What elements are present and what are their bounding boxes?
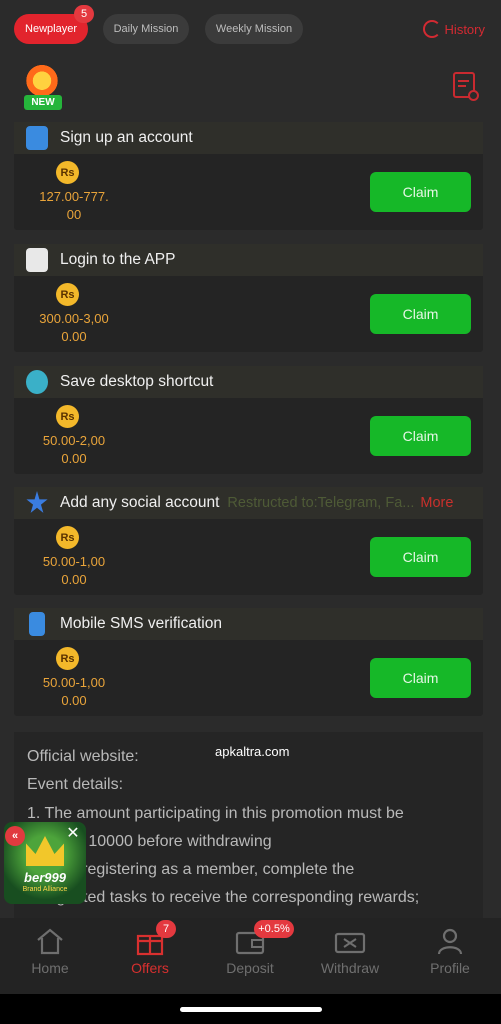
nav-label: Deposit bbox=[226, 960, 274, 976]
records-icon[interactable] bbox=[453, 72, 479, 101]
reward-line: 0.00 bbox=[61, 451, 87, 466]
task-title: Login to the APP bbox=[60, 251, 176, 268]
account-icon bbox=[26, 126, 48, 150]
task-header: Save desktop shortcut bbox=[14, 366, 483, 398]
profile-icon bbox=[434, 926, 466, 956]
task-restriction-note: Restructed to:Telegram, Fa... bbox=[227, 495, 415, 511]
gift-icon: 7 bbox=[134, 920, 176, 956]
nav-label: Offers bbox=[131, 960, 169, 976]
reward-line: 50.00-2,00 bbox=[42, 433, 106, 448]
bottom-nav: Home 7 Offers +0.5% Deposit Withdraw Pro… bbox=[0, 918, 501, 994]
reward-line: 50.00-1,00 bbox=[42, 675, 106, 690]
history-icon bbox=[422, 20, 441, 38]
close-icon[interactable]: ✕ bbox=[64, 824, 82, 842]
crown-icon bbox=[26, 836, 64, 866]
nav-profile[interactable]: Profile bbox=[400, 918, 500, 994]
more-link[interactable]: More bbox=[420, 495, 453, 511]
task-body: Rs 300.00-3,00 0.00 Claim bbox=[14, 276, 483, 352]
reward-range: 50.00-1,00 0.00 bbox=[24, 674, 124, 710]
reward-range: 300.00-3,00 0.00 bbox=[24, 310, 124, 346]
nav-label: Profile bbox=[430, 960, 470, 976]
task-card: Sign up an account Rs 127.00-777. 00 Cla… bbox=[14, 122, 483, 230]
home-indicator[interactable] bbox=[180, 1007, 322, 1012]
nav-withdraw[interactable]: Withdraw bbox=[300, 918, 400, 994]
reward-line: 0.00 bbox=[61, 329, 87, 344]
rupee-coin-icon: Rs bbox=[56, 283, 79, 306]
new-player-logo: NEW bbox=[16, 62, 72, 112]
task-card: Login to the APP Rs 300.00-3,00 0.00 Cla… bbox=[14, 244, 483, 352]
reward-line: 50.00-1,00 bbox=[42, 554, 106, 569]
task-header: Mobile SMS verification bbox=[14, 608, 483, 640]
rupee-coin-icon: Rs bbox=[56, 405, 79, 428]
task-title: Add any social account bbox=[60, 494, 220, 511]
wallet-icon: +0.5% bbox=[234, 920, 294, 956]
tab-label: Weekly Mission bbox=[215, 23, 293, 35]
tab-badge: 5 bbox=[74, 5, 94, 23]
reward-range: 50.00-1,00 0.00 bbox=[24, 553, 124, 589]
nav-home[interactable]: Home bbox=[0, 918, 100, 994]
task-header: Add any social account Restructed to:Tel… bbox=[14, 487, 483, 519]
nav-label: Home bbox=[31, 960, 69, 976]
withdraw-icon bbox=[334, 926, 366, 956]
nav-offers[interactable]: 7 Offers bbox=[100, 918, 200, 994]
reward-range: 127.00-777. 00 bbox=[24, 188, 124, 224]
new-tag: NEW bbox=[24, 95, 62, 110]
task-card: Mobile SMS verification Rs 50.00-1,00 0.… bbox=[14, 608, 483, 716]
nav-badge: 7 bbox=[156, 920, 176, 938]
tab-daily-mission[interactable]: Daily Mission bbox=[103, 14, 189, 44]
top-tab-bar: Newplayer 5 Daily Mission Weekly Mission… bbox=[0, 0, 501, 58]
nav-label: Withdraw bbox=[320, 960, 380, 976]
reward-line: 300.00-3,00 bbox=[39, 311, 109, 326]
claim-button[interactable]: Claim bbox=[370, 658, 471, 698]
rupee-coin-icon: Rs bbox=[56, 647, 79, 670]
tab-weekly-mission[interactable]: Weekly Mission bbox=[205, 14, 303, 44]
claim-button[interactable]: Claim bbox=[370, 416, 471, 456]
phone-icon bbox=[29, 612, 45, 636]
history-label: History bbox=[444, 21, 485, 37]
task-title: Mobile SMS verification bbox=[60, 615, 222, 632]
promo-subtitle: Brand Alliance bbox=[22, 886, 68, 893]
task-body: Rs 127.00-777. 00 Claim bbox=[14, 154, 483, 230]
task-title: Save desktop shortcut bbox=[60, 373, 214, 390]
nav-badge: +0.5% bbox=[254, 920, 294, 938]
task-card: Save desktop shortcut Rs 50.00-2,00 0.00… bbox=[14, 366, 483, 474]
description-line: 1. The amount participating in this prom… bbox=[27, 805, 404, 822]
nav-deposit[interactable]: +0.5% Deposit bbox=[200, 918, 300, 994]
description-line: Official website: bbox=[27, 748, 139, 765]
reward-line: 0.00 bbox=[61, 572, 87, 587]
reward-line: 0.00 bbox=[61, 693, 87, 708]
description-line: Event details: bbox=[27, 776, 124, 793]
claim-button[interactable]: Claim bbox=[370, 537, 471, 577]
rupee-coin-icon: Rs bbox=[56, 526, 79, 549]
globe-icon bbox=[26, 370, 48, 394]
watermark: apkaltra.com bbox=[215, 744, 290, 759]
task-title: Sign up an account bbox=[60, 129, 193, 146]
app-icon bbox=[26, 248, 48, 272]
tab-label: Daily Mission bbox=[113, 23, 179, 35]
claim-button[interactable]: Claim bbox=[370, 172, 471, 212]
rupee-coin-icon: Rs bbox=[56, 161, 79, 184]
social-icon bbox=[26, 491, 48, 513]
task-card: Add any social account Restructed to:Tel… bbox=[14, 487, 483, 595]
task-header: Sign up an account bbox=[14, 122, 483, 154]
task-header: Login to the APP bbox=[14, 244, 483, 276]
task-body: Rs 50.00-2,00 0.00 Claim bbox=[14, 398, 483, 474]
reward-range: 50.00-2,00 0.00 bbox=[24, 432, 124, 468]
tab-newplayer[interactable]: Newplayer 5 bbox=[14, 5, 94, 44]
task-body: Rs 50.00-1,00 0.00 Claim bbox=[14, 519, 483, 595]
claim-button[interactable]: Claim bbox=[370, 294, 471, 334]
history-link[interactable]: History bbox=[422, 18, 485, 40]
tab-label: Newplayer bbox=[25, 23, 77, 35]
reward-line: 00 bbox=[66, 207, 82, 222]
expand-up-icon[interactable]: « bbox=[5, 826, 25, 846]
promo-brand: ber999 bbox=[24, 870, 66, 885]
gift-icon bbox=[24, 62, 60, 96]
home-icon bbox=[34, 926, 66, 956]
task-body: Rs 50.00-1,00 0.00 Claim bbox=[14, 640, 483, 716]
reward-line: 127.00-777. bbox=[39, 189, 109, 204]
